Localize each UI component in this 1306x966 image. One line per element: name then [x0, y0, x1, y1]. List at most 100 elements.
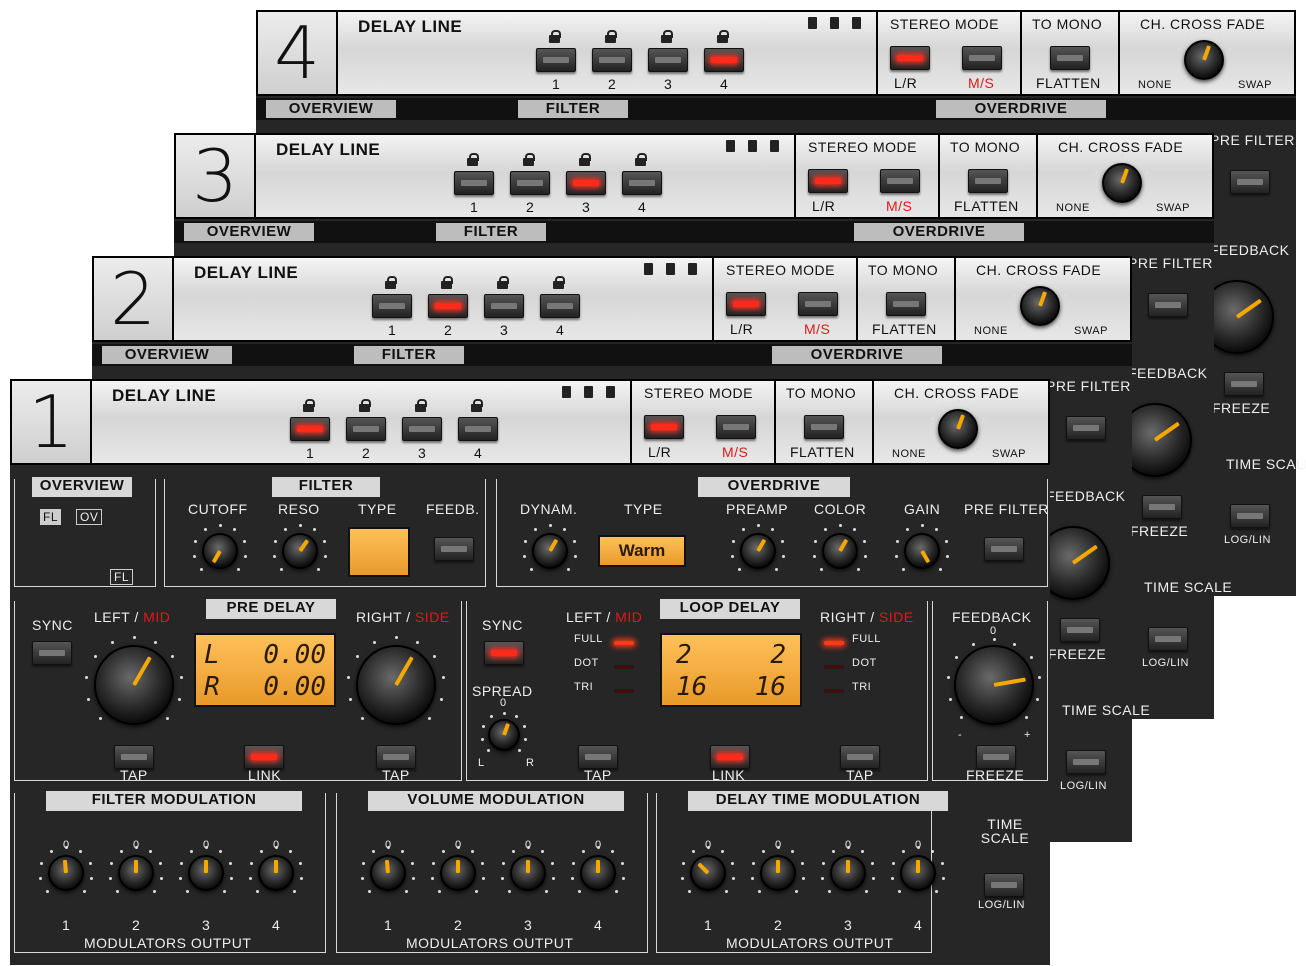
- lock-icon[interactable]: [470, 399, 484, 412]
- pre-filter-button[interactable]: [984, 537, 1024, 561]
- line-select-button-3[interactable]: [566, 171, 606, 195]
- overview-tab[interactable]: OVERVIEW: [184, 223, 314, 241]
- lr-button[interactable]: [808, 169, 848, 193]
- loop-link-button[interactable]: [710, 745, 750, 769]
- loglin-button[interactable]: [1148, 627, 1188, 651]
- copy-icon[interactable]: [830, 17, 839, 29]
- loglin-button[interactable]: [1230, 504, 1270, 528]
- pre-delay-left-knob[interactable]: [94, 645, 174, 725]
- volume-modulation-knob-1[interactable]: [370, 855, 406, 891]
- lock-icon[interactable]: [358, 399, 372, 412]
- lock-icon[interactable]: [302, 399, 316, 412]
- line-select-button-3[interactable]: [648, 48, 688, 72]
- cross-fade-knob[interactable]: [938, 409, 978, 449]
- loop-sync-button[interactable]: [484, 641, 524, 665]
- line-select-button-1[interactable]: [372, 294, 412, 318]
- pre-delay-right-knob[interactable]: [356, 645, 436, 725]
- ms-button[interactable]: [716, 415, 756, 439]
- line-select-button-3[interactable]: [402, 417, 442, 441]
- delay-time-modulation-knob-4[interactable]: [900, 855, 936, 891]
- flatten-button[interactable]: [1050, 46, 1090, 70]
- pre-filter-button[interactable]: [1148, 293, 1188, 317]
- line-select-button-4[interactable]: [704, 48, 744, 72]
- lr-button[interactable]: [890, 46, 930, 70]
- line-select-button-2[interactable]: [346, 417, 386, 441]
- overview-tab[interactable]: OVERVIEW: [266, 100, 396, 118]
- clipboard-icon[interactable]: [644, 263, 653, 275]
- delay-time-modulation-knob-3[interactable]: [830, 855, 866, 891]
- lock-icon[interactable]: [604, 30, 618, 43]
- filter-tab[interactable]: FILTER: [518, 100, 628, 118]
- filter-modulation-knob-1[interactable]: [48, 855, 84, 891]
- od-type-display[interactable]: Warm: [598, 535, 686, 567]
- overdrive-tab[interactable]: OVERDRIVE: [936, 100, 1106, 118]
- line-select-button-4[interactable]: [458, 417, 498, 441]
- lock-icon[interactable]: [466, 153, 480, 166]
- cross-fade-knob[interactable]: [1184, 40, 1224, 80]
- delay-time-modulation-knob-1[interactable]: [690, 855, 726, 891]
- lock-icon[interactable]: [440, 276, 454, 289]
- pre-link-button[interactable]: [244, 745, 284, 769]
- gain-knob[interactable]: [904, 533, 940, 569]
- lock-icon[interactable]: [716, 30, 730, 43]
- loglin-button[interactable]: [1066, 750, 1106, 774]
- line-select-button-1[interactable]: [290, 417, 330, 441]
- flatten-button[interactable]: [804, 415, 844, 439]
- overview-tab[interactable]: OVERVIEW: [32, 477, 132, 497]
- clipboard-icon[interactable]: [726, 140, 735, 152]
- lock-icon[interactable]: [384, 276, 398, 289]
- cross-fade-knob[interactable]: [1102, 163, 1142, 203]
- filter-modulation-knob-4[interactable]: [258, 855, 294, 891]
- loop-tap-left-button[interactable]: [578, 745, 618, 769]
- loop-tap-right-button[interactable]: [840, 745, 880, 769]
- spread-knob[interactable]: [488, 719, 520, 751]
- lr-button[interactable]: [644, 415, 684, 439]
- copy-icon[interactable]: [584, 386, 593, 398]
- pre-filter-button[interactable]: [1066, 416, 1106, 440]
- line-select-button-1[interactable]: [454, 171, 494, 195]
- cutoff-knob[interactable]: [202, 533, 238, 569]
- filter-modulation-knob-3[interactable]: [188, 855, 224, 891]
- line-select-button-2[interactable]: [592, 48, 632, 72]
- pre-filter-button[interactable]: [1230, 170, 1270, 194]
- copy-icon[interactable]: [748, 140, 757, 152]
- freeze-button[interactable]: [1060, 618, 1100, 642]
- lr-button[interactable]: [726, 292, 766, 316]
- volume-modulation-knob-2[interactable]: [440, 855, 476, 891]
- lock-icon[interactable]: [578, 153, 592, 166]
- clipboard-icon[interactable]: [808, 17, 817, 29]
- freeze-button[interactable]: [976, 745, 1016, 769]
- sync-button[interactable]: [32, 641, 72, 665]
- line-select-button-3[interactable]: [484, 294, 524, 318]
- lock-icon[interactable]: [552, 276, 566, 289]
- volume-modulation-knob-3[interactable]: [510, 855, 546, 891]
- overdrive-tab[interactable]: OVERDRIVE: [854, 223, 1024, 241]
- ov-box[interactable]: OV: [76, 509, 103, 525]
- line-select-button-2[interactable]: [428, 294, 468, 318]
- preamp-knob[interactable]: [740, 533, 776, 569]
- paste-icon[interactable]: [770, 140, 779, 152]
- ms-button[interactable]: [962, 46, 1002, 70]
- line-select-button-4[interactable]: [540, 294, 580, 318]
- paste-icon[interactable]: [606, 386, 615, 398]
- overdrive-tab[interactable]: OVERDRIVE: [698, 477, 850, 497]
- lock-icon[interactable]: [414, 399, 428, 412]
- overview-tab[interactable]: OVERVIEW: [102, 346, 232, 364]
- lock-icon[interactable]: [522, 153, 536, 166]
- overdrive-tab[interactable]: OVERDRIVE: [772, 346, 942, 364]
- copy-icon[interactable]: [666, 263, 675, 275]
- paste-icon[interactable]: [852, 17, 861, 29]
- pre-tap-right-button[interactable]: [376, 745, 416, 769]
- lock-icon[interactable]: [548, 30, 562, 43]
- filter-tab[interactable]: FILTER: [436, 223, 546, 241]
- fl-box-bottom[interactable]: FL: [110, 569, 134, 585]
- color-knob[interactable]: [822, 533, 858, 569]
- clipboard-icon[interactable]: [562, 386, 571, 398]
- pre-tap-left-button[interactable]: [114, 745, 154, 769]
- line-select-button-4[interactable]: [622, 171, 662, 195]
- paste-icon[interactable]: [688, 263, 697, 275]
- line-select-button-1[interactable]: [536, 48, 576, 72]
- cross-fade-knob[interactable]: [1020, 286, 1060, 326]
- delay-time-modulation-knob-2[interactable]: [760, 855, 796, 891]
- filter-tab[interactable]: FILTER: [354, 346, 464, 364]
